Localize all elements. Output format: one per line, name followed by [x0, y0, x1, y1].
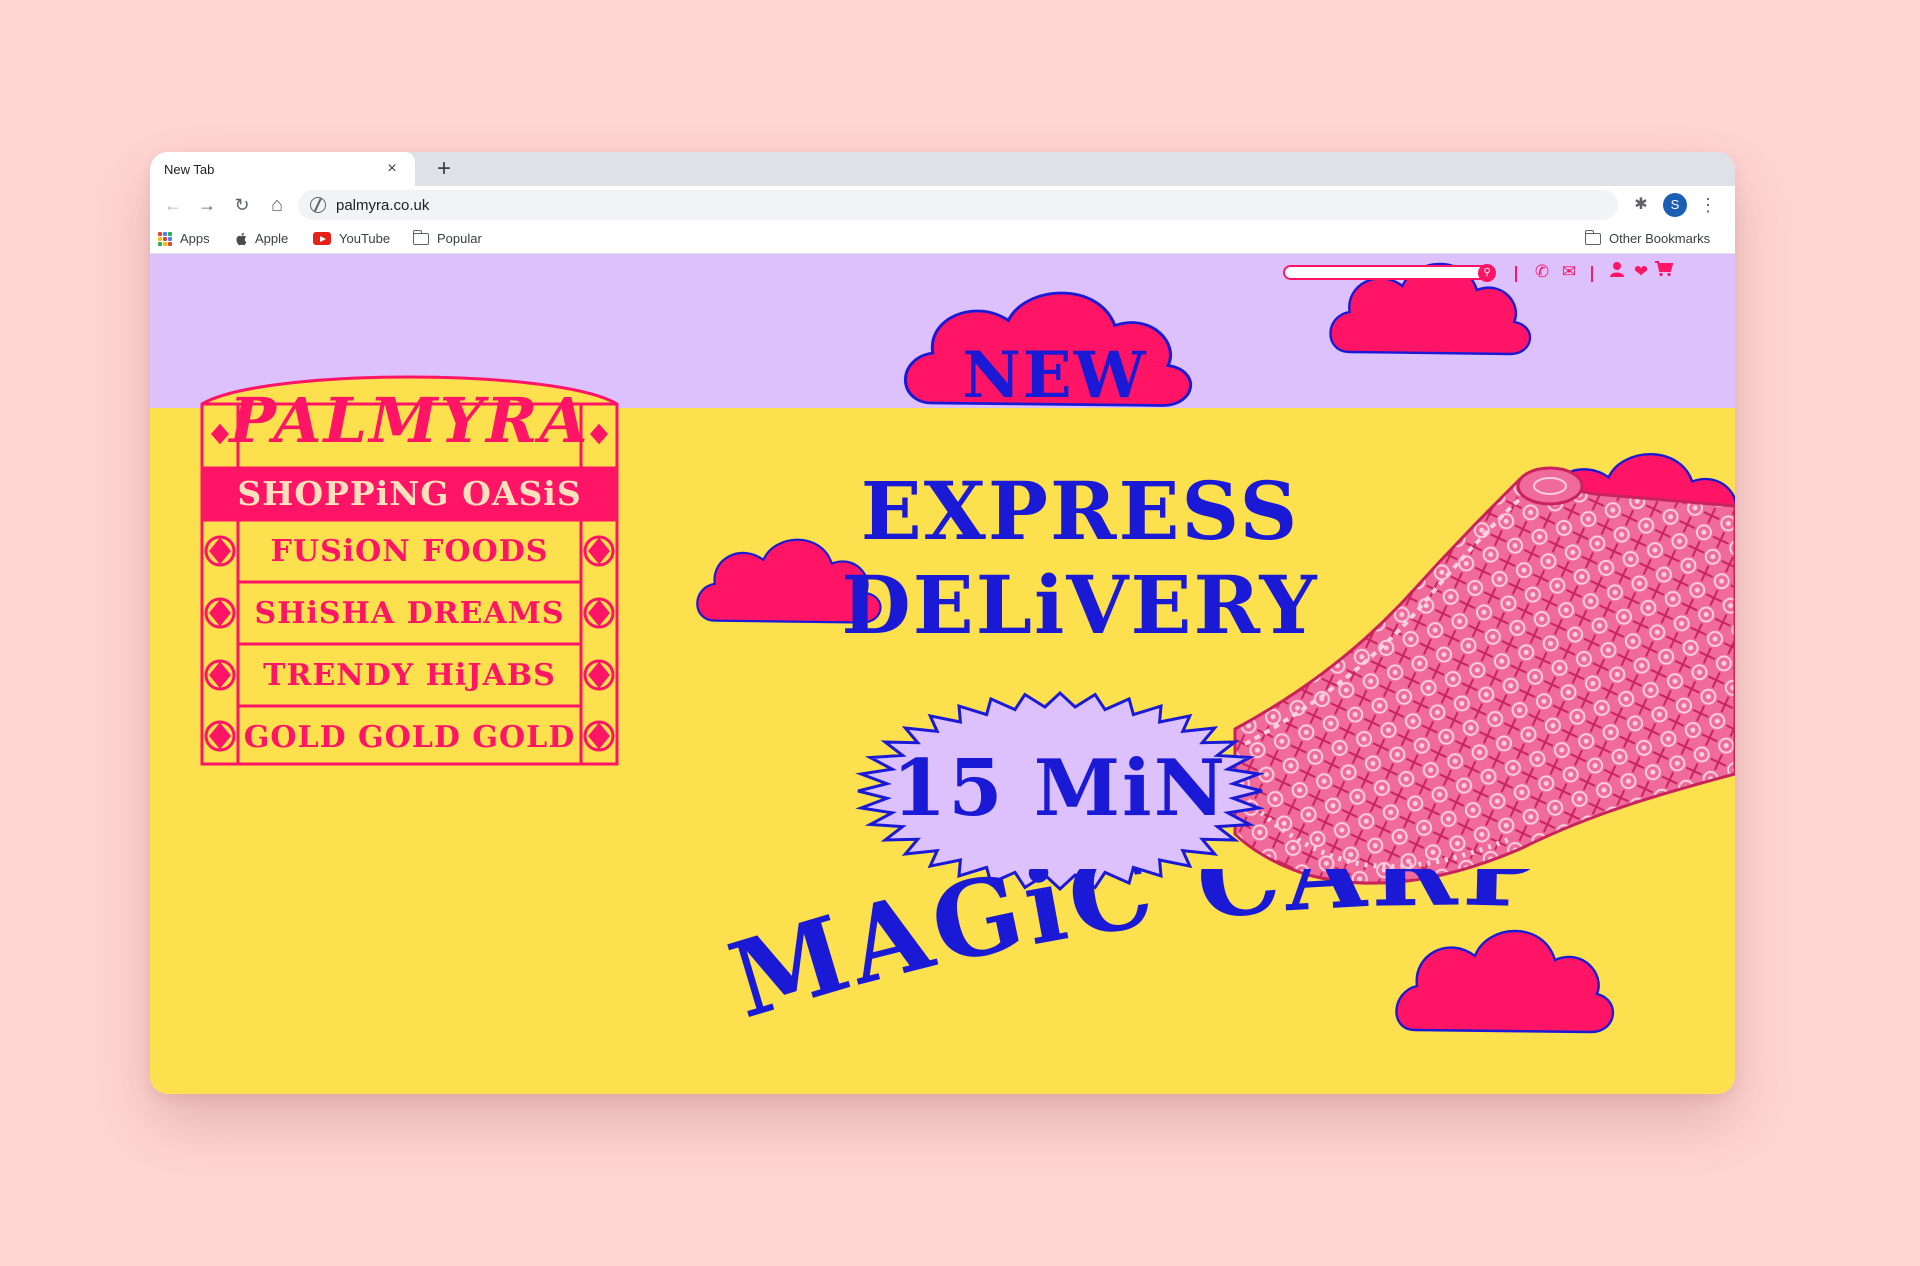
- brand-tagline: SHOPPiNG OASiS: [237, 474, 582, 513]
- apps-grid-icon: [158, 231, 172, 246]
- bookmark-youtube[interactable]: YouTube: [313, 231, 390, 246]
- user-icon[interactable]: [1606, 260, 1628, 284]
- hero-express: EXPRESS: [860, 464, 1300, 558]
- hero-delivery: DELiVERY: [841, 558, 1319, 652]
- search-icon[interactable]: ⚲: [1478, 264, 1496, 282]
- url-input[interactable]: [336, 196, 1536, 214]
- bookmark-label: Apps: [180, 231, 210, 246]
- heart-icon[interactable]: ❤: [1630, 260, 1652, 284]
- header-divider: [1515, 266, 1517, 282]
- extensions-icon[interactable]: ✱: [1630, 194, 1652, 216]
- youtube-icon: [313, 232, 331, 245]
- mail-icon[interactable]: ✉: [1558, 260, 1580, 284]
- home-button[interactable]: ⌂: [264, 192, 290, 218]
- header-divider: [1591, 266, 1593, 282]
- site-search-input[interactable]: ⚲: [1283, 264, 1496, 282]
- brand-logo[interactable]: PALMYRA: [202, 390, 617, 452]
- new-tab-button[interactable]: +: [430, 155, 458, 183]
- folder-icon: [1584, 229, 1601, 245]
- address-bar[interactable]: [298, 190, 1618, 220]
- bookmark-apple[interactable]: Apple: [235, 231, 288, 246]
- bookmark-popular[interactable]: Popular: [412, 229, 482, 246]
- other-bookmarks[interactable]: Other Bookmarks: [1584, 229, 1711, 246]
- other-bookmarks-label: Other Bookmarks: [1609, 231, 1711, 246]
- tab-close-icon[interactable]: ×: [383, 160, 401, 178]
- browser-tab[interactable]: New Tab ×: [150, 152, 415, 186]
- forward-button[interactable]: →: [194, 192, 220, 218]
- browser-toolbar: ← → ↻ ⌂ ✱ S ⋮: [150, 186, 1735, 224]
- cart-icon[interactable]: [1653, 260, 1675, 284]
- bookmark-label: Apple: [255, 231, 289, 246]
- nav-gold-gold-gold[interactable]: GOLD GOLD GOLD: [242, 708, 577, 766]
- back-button[interactable]: ←: [160, 192, 186, 218]
- hero-new-label: NEW: [962, 338, 1148, 413]
- web-page: ⚲ ✆ ✉ ❤ PALMYRA SHOPPiNG OASiS FUSiON FO…: [150, 254, 1735, 1094]
- browser-window: New Tab × + ← → ↻ ⌂ ✱ S ⋮ Apps: [150, 152, 1735, 1094]
- reload-button[interactable]: ↻: [229, 192, 255, 218]
- profile-avatar[interactable]: S: [1663, 193, 1687, 217]
- site-info-icon[interactable]: [310, 197, 326, 213]
- nav-fusion-foods[interactable]: FUSiON FOODS: [242, 522, 577, 580]
- cloud-front: [1395, 929, 1614, 1034]
- hero-time: 15 MiN: [892, 743, 1227, 834]
- bookmark-label: YouTube: [339, 231, 391, 246]
- nav-shisha-dreams[interactable]: SHiSHA DREAMS: [242, 584, 577, 642]
- bookmark-label: Popular: [437, 231, 482, 246]
- tab-strip: New Tab × +: [150, 152, 1735, 186]
- bookmarks-bar: Apps Apple YouTube Popular Other Bookmar…: [150, 224, 1735, 254]
- nav-trendy-hijabs[interactable]: TRENDY HiJABS: [242, 646, 577, 704]
- folder-icon: [412, 229, 429, 245]
- sign-board: PALMYRA SHOPPiNG OASiS FUSiON FOODS SHiS…: [202, 374, 617, 764]
- phone-icon[interactable]: ✆: [1531, 260, 1553, 284]
- bookmark-apps[interactable]: Apps: [158, 231, 210, 246]
- browser-menu-icon[interactable]: ⋮: [1698, 192, 1718, 218]
- apple-icon: [236, 232, 247, 245]
- tab-title: New Tab: [164, 161, 215, 177]
